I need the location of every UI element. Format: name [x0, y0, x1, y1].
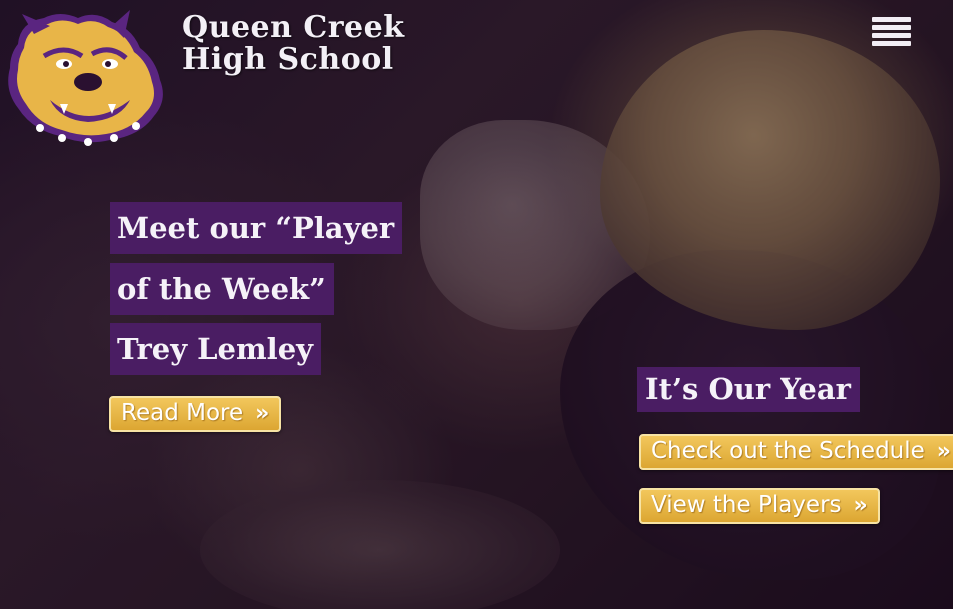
menu-bar	[872, 25, 911, 30]
double-chevron-right-icon: »	[936, 439, 952, 464]
player-of-week-headline-line2: of the Week”	[110, 263, 334, 315]
view-players-label: View the Players	[651, 492, 842, 518]
menu-bar	[872, 33, 911, 38]
check-schedule-label: Check out the Schedule	[651, 438, 925, 464]
menu-bar	[872, 17, 911, 22]
school-name-line1: Queen Creek	[182, 10, 405, 45]
hamburger-menu-icon[interactable]	[872, 17, 912, 47]
player-name-headline: Trey Lemley	[110, 323, 321, 375]
bulldog-logo-icon[interactable]	[0, 4, 172, 146]
menu-bar	[872, 41, 911, 46]
school-name-line2: High School	[182, 42, 394, 77]
double-chevron-right-icon: »	[255, 401, 270, 426]
check-schedule-button[interactable]: Check out the Schedule »	[639, 434, 953, 470]
read-more-label: Read More	[121, 400, 244, 426]
school-name[interactable]: Queen Creek High School	[182, 12, 405, 76]
its-our-year-headline: It’s Our Year	[637, 367, 860, 412]
double-chevron-right-icon: »	[853, 493, 868, 518]
view-players-button[interactable]: View the Players »	[639, 488, 880, 524]
read-more-button[interactable]: Read More »	[109, 396, 282, 432]
player-of-week-headline-line1: Meet our “Player	[110, 202, 403, 254]
